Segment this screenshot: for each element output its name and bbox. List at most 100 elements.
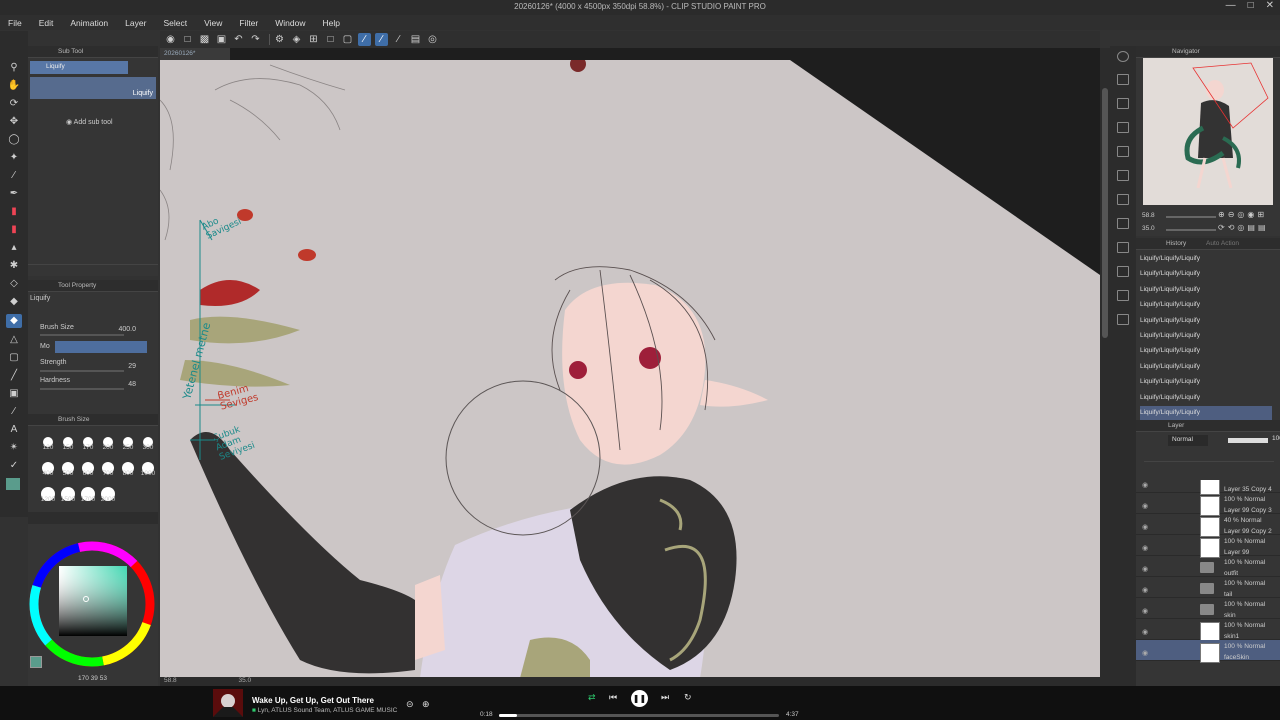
canvas-angle-value[interactable]: 35.0 [238,677,251,684]
visibility-icon[interactable]: ◉ [1142,586,1148,594]
settings-icon[interactable]: ⚙ [273,33,286,46]
song-artist[interactable]: ■ Lyn, ATLUS Sound Team, ATLUS GAME MUSI… [252,707,397,714]
color-wheel[interactable] [28,532,158,672]
clip-studio-icon[interactable]: ◉ [164,33,177,46]
history-item[interactable]: Liquify/Liquify/Liquify [1140,406,1272,421]
blend-icon[interactable]: ◆ [6,295,22,309]
rotate-icon[interactable]: ⟳ [6,97,22,111]
close-icon[interactable]: ✕ [1266,0,1274,11]
layer-row[interactable]: ◉ 100 % Normal Layer 99 Copy 3 [1136,493,1280,516]
search-icon[interactable] [1117,51,1129,62]
material-icon-4[interactable] [1117,170,1129,181]
decoration-icon[interactable]: ✱ [6,259,22,273]
history-item[interactable]: Liquify/Liquify/Liquify [1140,298,1272,313]
close-panel-icon[interactable] [1117,122,1129,133]
sub-tool-group-liquify[interactable]: Liquify [30,61,128,74]
figure-icon[interactable]: ╱ [6,369,22,383]
frame-icon[interactable]: ▣ [6,387,22,401]
layer-row[interactable]: ◉ 100 % Normal outfit [1136,556,1280,577]
redo-icon[interactable]: ↷ [249,33,262,46]
snap-grid-icon[interactable]: ∕ [392,33,405,46]
navigator-rotation-slider[interactable] [1166,229,1216,231]
eraser-icon[interactable]: ◇ [6,277,22,291]
navigator-zoom[interactable]: 58.8 [1142,212,1155,219]
visibility-icon[interactable]: ◉ [1142,565,1148,573]
sub-tool-liquify[interactable]: Liquify [30,77,156,99]
marker-icon[interactable]: ▮ [6,223,22,237]
visibility-icon[interactable]: ◉ [1142,481,1148,489]
liquify-icon[interactable]: ◆ [6,314,22,328]
visibility-icon[interactable]: ◉ [1142,502,1148,510]
repeat-icon[interactable]: ↻ [684,692,692,703]
visibility-icon[interactable]: ◉ [1142,607,1148,615]
history-item[interactable]: Liquify/Liquify/Liquify [1140,375,1272,390]
canvas-zoom-value[interactable]: 58.8 [164,677,177,684]
brush-size-slider[interactable] [40,334,124,336]
menu-select[interactable]: Select [161,18,189,28]
mode-selector[interactable] [55,341,147,353]
brush-size-value[interactable]: 400.0 [118,326,136,333]
material-icon-8[interactable] [1117,266,1129,277]
menu-edit[interactable]: Edit [37,18,56,28]
history-item[interactable]: Liquify/Liquify/Liquify [1140,329,1272,344]
lasso-icon[interactable]: ◯ [6,133,22,147]
scrollbar-thumb[interactable] [1102,88,1108,338]
deselect-icon[interactable]: ▢ [341,33,354,46]
strength-slider[interactable] [40,370,124,372]
pause-button[interactable]: ❚❚ [631,690,648,707]
progress-track[interactable] [499,714,779,717]
menu-help[interactable]: Help [320,18,341,28]
save-icon[interactable]: ▣ [215,33,228,46]
fill-icon[interactable]: ◈ [290,33,303,46]
layer-row[interactable]: ◉ 40 % Normal Layer 99 Copy 2 [1136,514,1280,537]
history-item[interactable]: Liquify/Liquify/Liquify [1140,391,1272,406]
visibility-icon[interactable]: ◉ [1142,523,1148,531]
material-icon-7[interactable] [1117,242,1129,253]
magic-wand-icon[interactable]: ✦ [6,151,22,165]
material-icon-3[interactable] [1117,146,1129,157]
undo-icon[interactable]: ↶ [232,33,245,46]
maximize-icon[interactable]: □ [1248,0,1254,11]
visibility-icon[interactable]: ◉ [1142,649,1148,657]
remove-icon[interactable]: ⊝ [406,699,414,710]
menu-filter[interactable]: Filter [237,18,260,28]
new-icon[interactable]: □ [181,33,194,46]
layer-row[interactable]: ◉ 100 % Normal faceSkin [1136,640,1280,663]
navigator-rotation[interactable]: 35.0 [1142,225,1155,232]
material-icon-5[interactable] [1117,194,1129,205]
layer-row[interactable]: ◉ 100 % Normal skin [1136,598,1280,619]
song-title[interactable]: Wake Up, Get Up, Get Out There [252,696,374,705]
shuffle-icon[interactable]: ⇄ [588,692,596,703]
airbrush-icon[interactable]: ▴ [6,241,22,255]
navigator-buttons[interactable]: ⊕⊖◎◉⊞ [1218,210,1267,219]
blend-mode-select[interactable]: Normal [1168,435,1208,446]
pen-icon[interactable]: ✒ [6,187,22,201]
text-icon[interactable]: A [6,423,22,437]
ruler-icon[interactable]: ▤ [409,33,422,46]
fill-tool-icon[interactable]: △ [6,333,22,347]
history-item[interactable]: Liquify/Liquify/Liquify [1140,314,1272,329]
material-icon[interactable] [1117,74,1129,85]
history-tab[interactable]: History [1166,240,1186,247]
canvas-scrollbar[interactable] [1100,48,1110,686]
snap-special-ruler-icon[interactable]: ∕ [375,33,388,46]
menu-animation[interactable]: Animation [68,18,110,28]
material-icon-2[interactable] [1117,98,1129,109]
material-icon-9[interactable] [1117,290,1129,301]
main-color-swatch[interactable] [6,478,20,490]
hardness-value[interactable]: 48 [128,381,136,388]
history-item[interactable]: Liquify/Liquify/Liquify [1140,344,1272,359]
opacity-slider[interactable] [1228,438,1268,443]
auto-action-tab[interactable]: Auto Action [1206,240,1239,247]
navigator-zoom-slider[interactable] [1166,216,1216,218]
layer-row[interactable]: ◉ 100 % Normal Layer 99 [1136,535,1280,558]
eyedropper-icon[interactable]: ∕ [6,169,22,183]
balloon-icon[interactable]: ✴ [6,441,22,455]
hand-icon[interactable]: ✋ [6,79,22,93]
history-item[interactable]: Liquify/Liquify/Liquify [1140,267,1272,282]
open-icon[interactable]: ▩ [198,33,211,46]
previous-icon[interactable]: ⏮ [609,692,617,703]
zoom-icon[interactable]: ⚲ [6,61,22,75]
current-color-swatch[interactable] [30,656,42,668]
visibility-icon[interactable]: ◉ [1142,544,1148,552]
